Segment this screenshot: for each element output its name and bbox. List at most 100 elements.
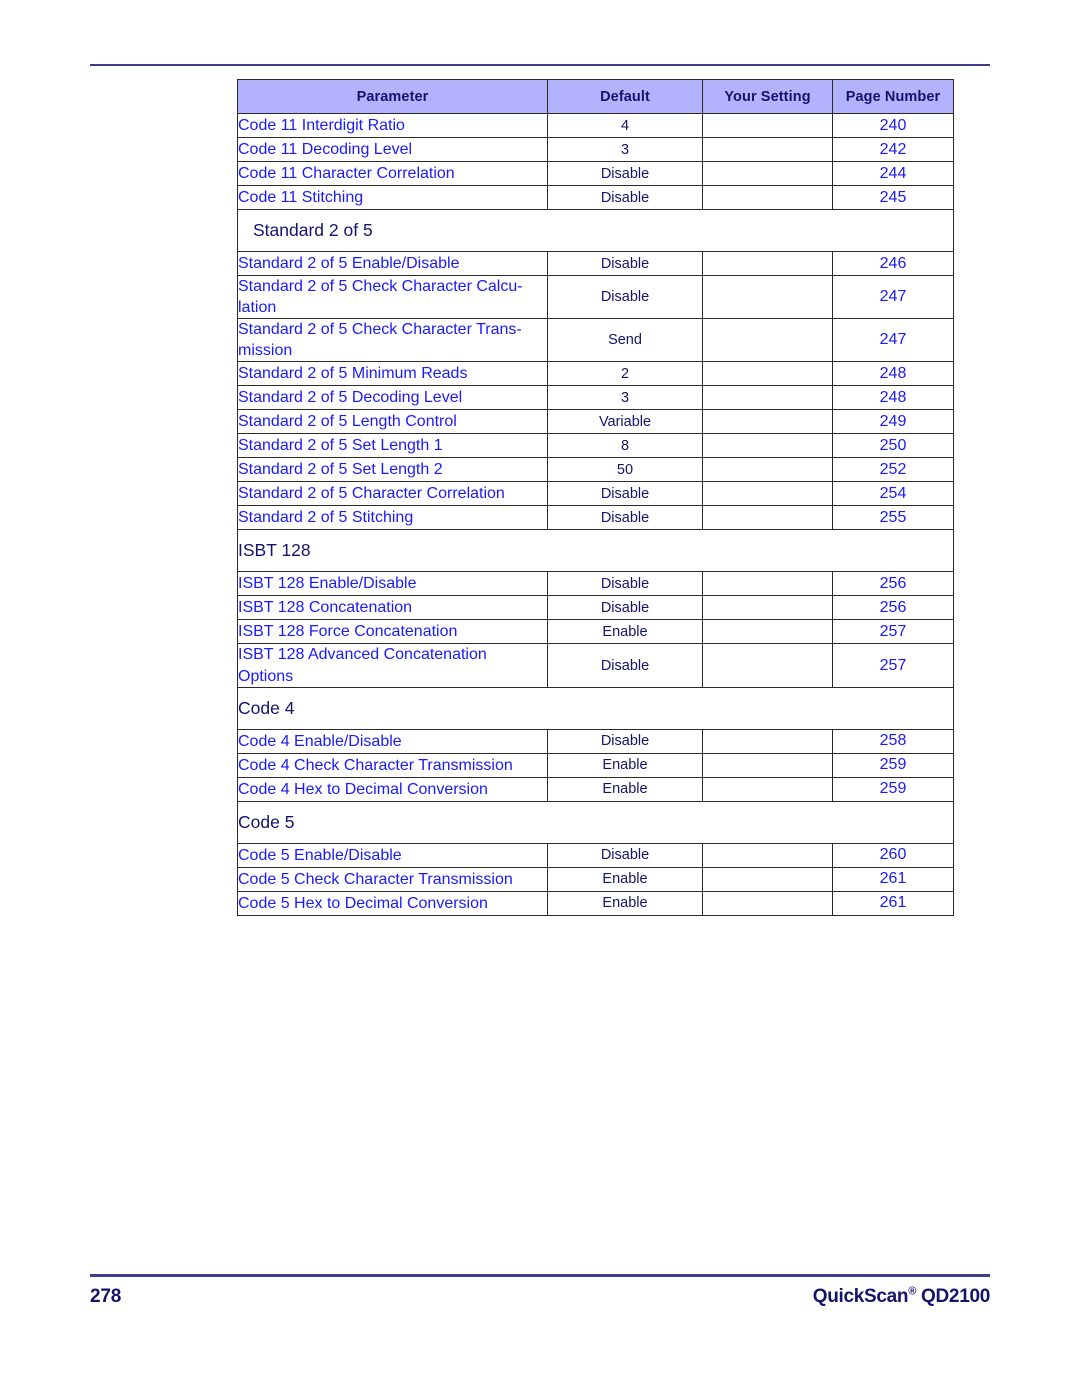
cell-page-number[interactable]: 261 bbox=[832, 866, 954, 892]
cell-page-number[interactable]: 244 bbox=[832, 161, 954, 186]
cell-your-setting[interactable] bbox=[702, 571, 833, 597]
cell-page-number[interactable]: 257 bbox=[832, 643, 954, 688]
cell-your-setting[interactable] bbox=[702, 433, 833, 459]
table-row: Standard 2 of 5 Set Length 1 8 250 bbox=[237, 433, 954, 459]
cell-your-setting[interactable] bbox=[702, 776, 833, 802]
cell-default-value: Enable bbox=[547, 890, 703, 916]
table-row: ISBT 128 Enable/Disable Disable 256 bbox=[237, 571, 954, 597]
column-header-default: Default bbox=[547, 79, 703, 114]
cell-parameter-name: Code 4 Enable/Disable bbox=[237, 728, 548, 754]
column-header-your-setting: Your Setting bbox=[702, 79, 833, 114]
cell-default-value: 3 bbox=[547, 385, 703, 411]
cell-default-value: Variable bbox=[547, 409, 703, 435]
cell-parameter-name: Code 11 Interdigit Ratio bbox=[237, 113, 548, 138]
cell-default-value: Disable bbox=[547, 505, 703, 531]
table-row: Standard 2 of 5 Character Correlation Dis… bbox=[237, 481, 954, 507]
cell-page-number[interactable]: 247 bbox=[832, 274, 954, 320]
cell-page-number[interactable]: 240 bbox=[832, 113, 954, 138]
cell-default-value: Enable bbox=[547, 752, 703, 778]
table-row: Code 11 Character Correlation Disable 244 bbox=[237, 161, 954, 186]
cell-page-number[interactable]: 255 bbox=[832, 505, 954, 531]
section-title: Standard 2 of 5 bbox=[237, 209, 954, 252]
table-row: Code 11 Decoding Level 3 242 bbox=[237, 137, 954, 162]
cell-page-number[interactable]: 252 bbox=[832, 457, 954, 483]
cell-your-setting[interactable] bbox=[702, 728, 833, 754]
cell-parameter-name: Standard 2 of 5 Character Correlation bbox=[237, 481, 548, 507]
cell-page-number[interactable]: 246 bbox=[832, 251, 954, 276]
cell-your-setting[interactable] bbox=[702, 595, 833, 621]
cell-your-setting[interactable] bbox=[702, 137, 833, 162]
cell-your-setting[interactable] bbox=[702, 866, 833, 892]
cell-default-value: Disable bbox=[547, 571, 703, 597]
table-row: Code 4 Check Character Transmission Enabl… bbox=[237, 752, 954, 778]
cell-your-setting[interactable] bbox=[702, 385, 833, 411]
cell-default-value: Send bbox=[547, 318, 703, 363]
cell-your-setting[interactable] bbox=[702, 251, 833, 276]
table-row: Code 11 Stitching Disable 245 bbox=[237, 185, 954, 210]
cell-parameter-name: Standard 2 of 5 Stitching bbox=[237, 505, 548, 531]
cell-default-value: Disable bbox=[547, 185, 703, 210]
cell-your-setting[interactable] bbox=[702, 890, 833, 916]
cell-page-number[interactable]: 254 bbox=[832, 481, 954, 507]
cell-your-setting[interactable] bbox=[702, 274, 833, 320]
cell-page-number[interactable]: 256 bbox=[832, 595, 954, 621]
cell-your-setting[interactable] bbox=[702, 161, 833, 186]
cell-default-value: 4 bbox=[547, 113, 703, 138]
cell-page-number[interactable]: 257 bbox=[832, 619, 954, 645]
cell-your-setting[interactable] bbox=[702, 842, 833, 868]
cell-default-value: Disable bbox=[547, 274, 703, 320]
cell-page-number[interactable]: 242 bbox=[832, 137, 954, 162]
table-row: Standard 2 of 5 Stitching Disable 255 bbox=[237, 505, 954, 531]
cell-your-setting[interactable] bbox=[702, 113, 833, 138]
cell-page-number[interactable]: 249 bbox=[832, 409, 954, 435]
table-row: Standard 2 of 5 Check Character Calcu-la… bbox=[237, 274, 954, 320]
cell-page-number[interactable]: 250 bbox=[832, 433, 954, 459]
cell-parameter-name: Code 4 Hex to Decimal Conversion bbox=[237, 776, 548, 802]
cell-page-number[interactable]: 260 bbox=[832, 842, 954, 868]
table-row: Code 4 Enable/Disable Disable 258 bbox=[237, 728, 954, 754]
cell-your-setting[interactable] bbox=[702, 318, 833, 363]
table-row: ISBT 128 Force Concatenation Enable 257 bbox=[237, 619, 954, 645]
cell-page-number[interactable]: 258 bbox=[832, 728, 954, 754]
table-row: Standard 2 of 5 Check Character Trans-mi… bbox=[237, 318, 954, 363]
cell-page-number[interactable]: 259 bbox=[832, 752, 954, 778]
cell-your-setting[interactable] bbox=[702, 481, 833, 507]
cell-your-setting[interactable] bbox=[702, 643, 833, 688]
cell-page-number[interactable]: 259 bbox=[832, 776, 954, 802]
cell-page-number[interactable]: 256 bbox=[832, 571, 954, 597]
cell-parameter-name: Standard 2 of 5 Check Character Trans-mi… bbox=[237, 318, 548, 363]
cell-page-number[interactable]: 248 bbox=[832, 385, 954, 411]
document-page: Parameter Default Your Setting Page Numb… bbox=[0, 0, 1080, 1397]
cell-page-number[interactable]: 247 bbox=[832, 318, 954, 363]
table-section-row: Code 4 bbox=[237, 686, 954, 730]
column-header-page-number: Page Number bbox=[832, 79, 954, 114]
table-row: Standard 2 of 5 Minimum Reads 2 248 bbox=[237, 361, 954, 387]
cell-parameter-name: Code 11 Decoding Level bbox=[237, 137, 548, 162]
cell-your-setting[interactable] bbox=[702, 457, 833, 483]
cell-page-number[interactable]: 248 bbox=[832, 361, 954, 387]
cell-parameter-name: ISBT 128 Advanced Concatenation Options bbox=[237, 643, 548, 688]
cell-default-value: Disable bbox=[547, 251, 703, 276]
cell-default-value: 3 bbox=[547, 137, 703, 162]
cell-parameter-name: Standard 2 of 5 Enable/Disable bbox=[237, 251, 548, 276]
cell-default-value: 50 bbox=[547, 457, 703, 483]
cell-your-setting[interactable] bbox=[702, 619, 833, 645]
cell-parameter-name: ISBT 128 Concatenation bbox=[237, 595, 548, 621]
product-model-text: QD2100 bbox=[921, 1286, 990, 1307]
cell-page-number[interactable]: 245 bbox=[832, 185, 954, 210]
cell-your-setting[interactable] bbox=[702, 752, 833, 778]
cell-your-setting[interactable] bbox=[702, 409, 833, 435]
cell-parameter-name: Code 5 Enable/Disable bbox=[237, 842, 548, 868]
cell-your-setting[interactable] bbox=[702, 505, 833, 531]
cell-your-setting[interactable] bbox=[702, 185, 833, 210]
table-row: ISBT 128 Concatenation Disable 256 bbox=[237, 595, 954, 621]
cell-parameter-name: Code 5 Check Character Transmission bbox=[237, 866, 548, 892]
cell-your-setting[interactable] bbox=[702, 361, 833, 387]
cell-default-value: Enable bbox=[547, 619, 703, 645]
cell-parameter-name: Code 5 Hex to Decimal Conversion bbox=[237, 890, 548, 916]
cell-default-value: Disable bbox=[547, 595, 703, 621]
footer-page-number: 278 bbox=[90, 1286, 122, 1307]
parameter-defaults-table: Parameter Default Your Setting Page Numb… bbox=[237, 79, 954, 916]
section-title: ISBT 128 bbox=[237, 529, 954, 573]
cell-page-number[interactable]: 261 bbox=[832, 890, 954, 916]
